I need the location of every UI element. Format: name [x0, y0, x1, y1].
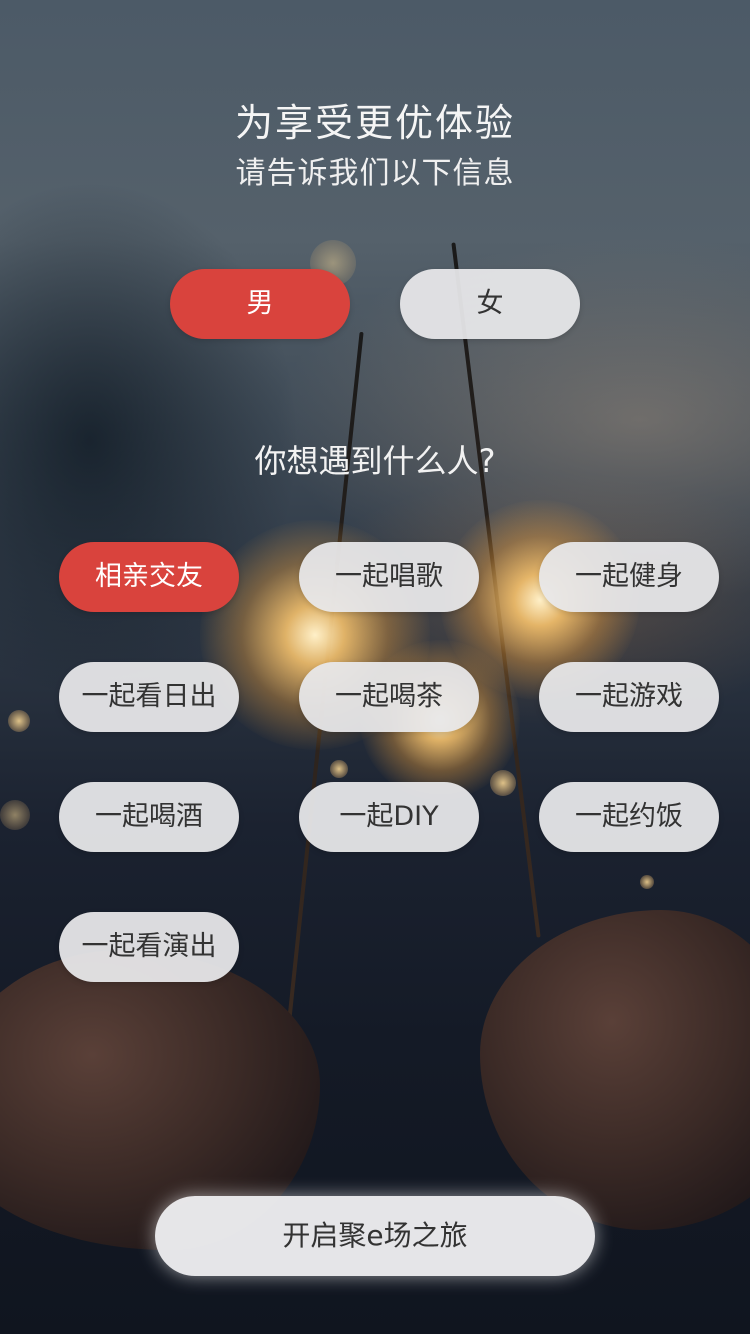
- page-title: 为享受更优体验: [234, 101, 515, 145]
- interest-chip[interactable]: 一起约饭: [539, 782, 719, 852]
- interest-chip[interactable]: 一起喝酒: [59, 782, 239, 852]
- interest-chip[interactable]: 一起唱歌: [299, 542, 479, 612]
- gender-male-button[interactable]: 男: [170, 269, 350, 339]
- page-subtitle: 请告诉我们以下信息: [235, 156, 515, 191]
- interest-chip[interactable]: 一起看演出: [59, 912, 239, 982]
- interest-chip[interactable]: 一起游戏: [539, 662, 719, 732]
- start-journey-button[interactable]: 开启聚e场之旅: [155, 1196, 595, 1276]
- interest-chip[interactable]: 一起健身: [539, 542, 719, 612]
- interest-chip[interactable]: 一起看日出: [59, 662, 239, 732]
- gender-female-button[interactable]: 女: [400, 269, 580, 339]
- interest-chip[interactable]: 相亲交友: [59, 542, 239, 612]
- interest-chip[interactable]: 一起DIY: [299, 782, 479, 852]
- interest-chip[interactable]: 一起喝茶: [299, 662, 479, 732]
- question-label: 你想遇到什么人?: [254, 442, 496, 480]
- onboarding-screen: 为享受更优体验 请告诉我们以下信息 男 女 你想遇到什么人? 相亲交友 一起唱歌…: [0, 0, 750, 1334]
